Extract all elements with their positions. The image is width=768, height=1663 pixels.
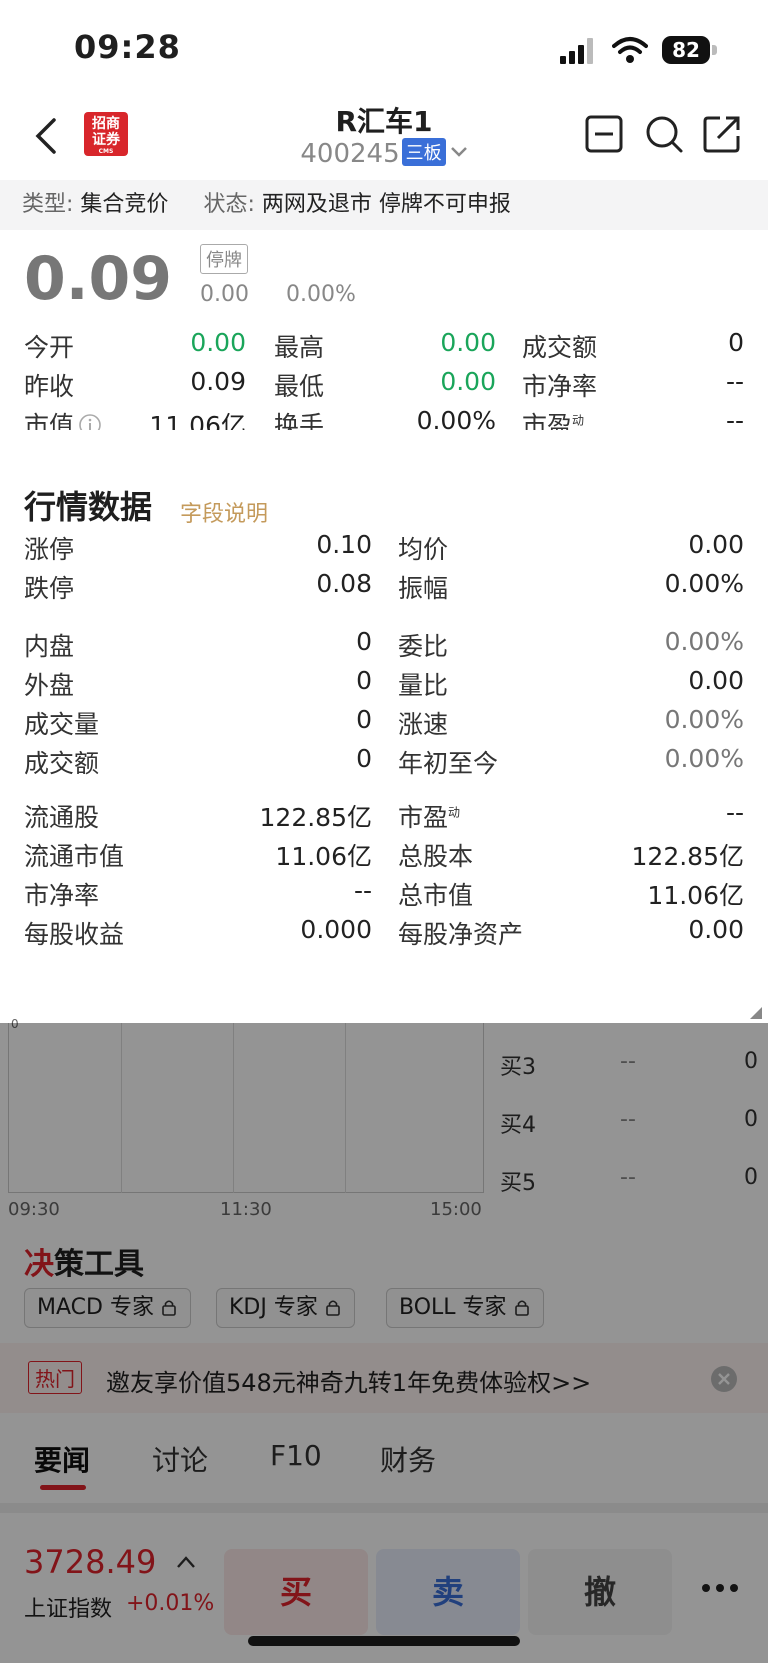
home-indicator[interactable]	[248, 1636, 520, 1646]
quote-row: 昨收 0.09 最低 0.00 市净率 --	[24, 367, 744, 401]
market-group-limits: 涨停 0.10 均价 0.00 跌停 0.08 振幅 0.00%	[24, 530, 744, 608]
market-row: 流通股 122.85亿 市盈动 --	[24, 798, 744, 832]
market-row: 涨停 0.10 均价 0.00	[24, 530, 744, 564]
market-group-volume: 内盘 0 委比 0.00% 外盘 0 量比 0.00 成交量 0 涨速 0.00…	[24, 627, 744, 783]
quote-panel: 0.09 停牌 0.00 0.00% 今开 0.00 最高 0.00 成交额 0…	[0, 230, 768, 440]
type-status-bar: 类型: 集合竞价 状态: 两网及退市 停牌不可申报	[0, 180, 768, 230]
market-row: 外盘 0 量比 0.00	[24, 666, 744, 700]
market-row: 流通市值 11.06亿 总股本 122.85亿	[24, 842, 744, 871]
broker-logo: 招商 证券 CMS	[84, 112, 128, 156]
field-description-link[interactable]: 字段说明	[180, 496, 268, 528]
cellular-signal-icon	[560, 38, 593, 64]
market-row: 成交量 0 涨速 0.00%	[24, 705, 744, 739]
wifi-icon	[612, 37, 648, 63]
section-title: 行情数据	[24, 488, 153, 526]
type-value: 集合竞价	[80, 192, 169, 217]
search-icon[interactable]	[644, 114, 684, 154]
market-row: 市净率 -- 总市值 11.06亿	[24, 876, 744, 910]
stock-code: 400245	[300, 139, 400, 169]
quote-grid: 今开 0.00 最高 0.00 成交额 0 昨收 0.09 最低 0.00 市净…	[24, 328, 744, 445]
market-row: 成交额 0 年初至今 0.00%	[24, 744, 744, 778]
remove-watchlist-icon[interactable]	[584, 114, 624, 154]
board-badge: 三板	[401, 138, 446, 166]
stock-header: R汇车1 400245 三板 招商 证券 CMS	[0, 100, 768, 180]
status-bar: 09:28 82	[0, 0, 768, 100]
status-value: 两网及退市 停牌不可申报	[261, 192, 511, 217]
halt-badge: 停牌	[200, 244, 248, 274]
market-row: 内盘 0 委比 0.00%	[24, 627, 744, 661]
battery-icon: 82	[662, 36, 718, 64]
market-data-panel: 行情数据 字段说明 涨停 0.10 均价 0.00 跌停 0.08 振幅 0.0…	[0, 430, 768, 1023]
resize-corner-icon	[750, 1007, 762, 1019]
quote-row: 今开 0.00 最高 0.00 成交额 0	[24, 328, 744, 362]
price-change: 0.00	[200, 282, 249, 307]
chevron-down-icon	[450, 147, 467, 157]
battery-level: 82	[662, 36, 710, 64]
share-icon[interactable]	[702, 114, 742, 154]
market-row: 每股收益 0.000 每股净资产 0.00	[24, 915, 744, 949]
market-row: 跌停 0.08 振幅 0.00%	[24, 569, 744, 603]
back-icon[interactable]	[30, 114, 64, 158]
status-time: 09:28	[74, 28, 181, 66]
modal-backdrop[interactable]	[0, 1023, 768, 1663]
price-change-pct: 0.00%	[286, 282, 356, 307]
status-label: 状态:	[203, 192, 255, 217]
market-group-shares: 流通股 122.85亿 市盈动 -- 流通市值 11.06亿 总股本 122.8…	[24, 798, 744, 954]
type-label: 类型:	[22, 192, 74, 217]
current-price: 0.09	[24, 244, 173, 314]
